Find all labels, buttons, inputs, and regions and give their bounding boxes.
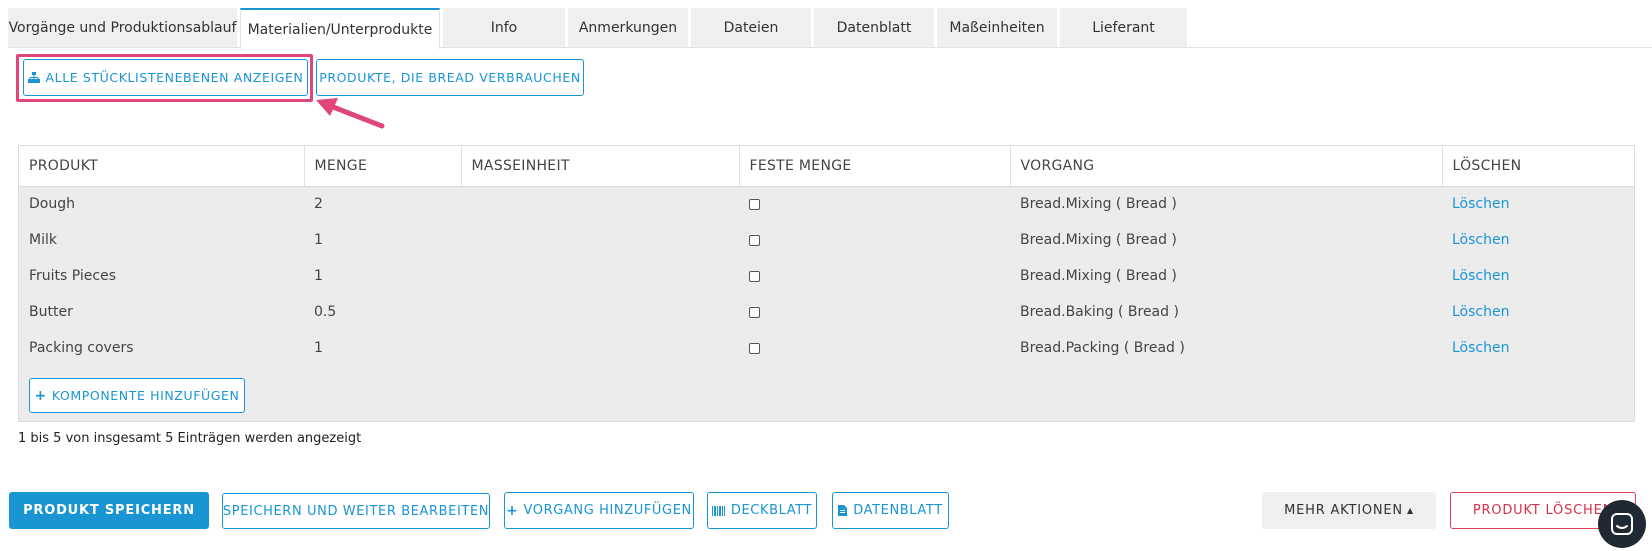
cell-menge[interactable]: 1 <box>304 258 461 294</box>
header-loeschen[interactable]: LÖSCHEN <box>1442 146 1634 187</box>
cell-feste-menge <box>739 222 1010 258</box>
show-bom-levels-label: ALLE STÜCKLISTENEBENEN ANZEIGEN <box>45 70 304 85</box>
cell-feste-menge <box>739 258 1010 294</box>
fixed-quantity-checkbox[interactable] <box>749 234 760 246</box>
fixed-quantity-checkbox[interactable] <box>749 198 760 210</box>
cell-masseinheit[interactable] <box>461 330 739 366</box>
add-component-label: KOMPONENTE HINZUFÜGEN <box>51 388 240 403</box>
file-icon <box>838 505 848 516</box>
delete-link[interactable]: Löschen <box>1442 186 1634 222</box>
add-operation-button[interactable]: + VORGANG HINZUFÜGEN <box>504 492 694 529</box>
cell-feste-menge <box>739 330 1010 366</box>
tab-datasheet[interactable]: Datenblatt <box>814 8 934 47</box>
cell-feste-menge <box>739 186 1010 222</box>
add-operation-label: VORGANG HINZUFÜGEN <box>523 503 692 518</box>
cell-vorgang[interactable]: Bread.Baking ( Bread ) <box>1010 294 1442 330</box>
save-product-label: PRODUKT SPEICHERN <box>23 503 195 518</box>
cell-masseinheit[interactable] <box>461 258 739 294</box>
tab-supplier[interactable]: Lieferant <box>1060 8 1187 47</box>
cell-menge[interactable]: 1 <box>304 330 461 366</box>
header-feste-menge[interactable]: FESTE MENGE <box>739 146 1011 187</box>
header-menge[interactable]: MENGE <box>304 146 462 187</box>
plus-icon: + <box>506 502 519 519</box>
cell-masseinheit[interactable] <box>461 222 739 258</box>
cell-produkt[interactable]: Milk <box>19 222 304 258</box>
products-consuming-button[interactable]: PRODUKTE, DIE BREAD VERBRAUCHEN <box>316 59 584 96</box>
delete-link[interactable]: Löschen <box>1442 330 1634 366</box>
save-product-button[interactable]: PRODUKT SPEICHERN <box>9 492 209 529</box>
cell-masseinheit[interactable] <box>461 186 739 222</box>
fixed-quantity-checkbox[interactable] <box>749 270 760 282</box>
more-actions-button[interactable]: MEHR AKTIONEN ▲ <box>1262 492 1436 529</box>
caret-up-icon: ▲ <box>1406 506 1414 515</box>
cover-sheet-label: DECKBLATT <box>730 503 813 518</box>
cell-vorgang[interactable]: Bread.Packing ( Bread ) <box>1010 330 1442 366</box>
cell-masseinheit[interactable] <box>461 294 739 330</box>
barcode-icon <box>711 505 725 516</box>
cell-produkt[interactable]: Butter <box>19 294 304 330</box>
more-actions-label: MEHR AKTIONEN <box>1284 503 1403 518</box>
chat-launcher-button[interactable] <box>1598 500 1646 548</box>
table-row: Dough 2 Bread.Mixing ( Bread ) Löschen <box>19 186 1634 222</box>
delete-link[interactable]: Löschen <box>1442 222 1634 258</box>
cell-menge[interactable]: 2 <box>304 186 461 222</box>
chat-icon <box>1611 513 1633 535</box>
fixed-quantity-checkbox[interactable] <box>749 342 760 354</box>
components-table: PRODUKT MENGE MASSEINHEIT FESTE MENGE VO… <box>19 146 1634 366</box>
cell-menge[interactable]: 1 <box>304 222 461 258</box>
cover-sheet-button[interactable]: DECKBLATT <box>707 492 817 529</box>
delete-product-label: PRODUKT LÖSCHEN <box>1472 503 1614 518</box>
plus-icon: + <box>34 387 47 404</box>
cell-vorgang[interactable]: Bread.Mixing ( Bread ) <box>1010 222 1442 258</box>
components-table-panel: PRODUKT MENGE MASSEINHEIT FESTE MENGE VO… <box>18 145 1635 422</box>
add-component-button[interactable]: + KOMPONENTE HINZUFÜGEN <box>29 378 245 413</box>
table-row: Packing covers 1 Bread.Packing ( Bread )… <box>19 330 1634 366</box>
cell-menge[interactable]: 0.5 <box>304 294 461 330</box>
save-continue-button[interactable]: SPEICHERN UND WEITER BEARBEITEN <box>222 493 490 529</box>
cell-produkt[interactable]: Fruits Pieces <box>19 258 304 294</box>
delete-link[interactable]: Löschen <box>1442 294 1634 330</box>
sitemap-icon <box>27 72 40 83</box>
delete-link[interactable]: Löschen <box>1442 258 1634 294</box>
table-header-row: PRODUKT MENGE MASSEINHEIT FESTE MENGE VO… <box>19 146 1634 187</box>
tab-bar: Vorgänge und Produktionsablauf Materiali… <box>8 8 1652 49</box>
tab-materials[interactable]: Materialien/Unterprodukte <box>240 8 440 49</box>
data-sheet-label: DATENBLATT <box>853 503 943 518</box>
cell-vorgang[interactable]: Bread.Mixing ( Bread ) <box>1010 186 1442 222</box>
tab-operations[interactable]: Vorgänge und Produktionsablauf <box>8 8 237 47</box>
show-bom-levels-button[interactable]: ALLE STÜCKLISTENEBENEN ANZEIGEN <box>23 59 308 96</box>
table-row: Milk 1 Bread.Mixing ( Bread ) Löschen <box>19 222 1634 258</box>
header-vorgang[interactable]: VORGANG <box>1010 146 1443 187</box>
cell-vorgang[interactable]: Bread.Mixing ( Bread ) <box>1010 258 1442 294</box>
products-consuming-label: PRODUKTE, DIE BREAD VERBRAUCHEN <box>319 70 581 85</box>
tab-units[interactable]: Maßeinheiten <box>937 8 1057 47</box>
cell-feste-menge <box>739 294 1010 330</box>
pointer-arrow-icon <box>316 98 385 129</box>
header-produkt[interactable]: PRODUKT <box>19 146 305 187</box>
tab-files[interactable]: Dateien <box>691 8 811 47</box>
fixed-quantity-checkbox[interactable] <box>749 306 760 318</box>
cell-produkt[interactable]: Dough <box>19 186 304 222</box>
table-row: Fruits Pieces 1 Bread.Mixing ( Bread ) L… <box>19 258 1634 294</box>
tab-info[interactable]: Info <box>443 8 565 47</box>
data-sheet-button[interactable]: DATENBLATT <box>832 492 949 529</box>
tab-notes[interactable]: Anmerkungen <box>568 8 688 47</box>
table-row: Butter 0.5 Bread.Baking ( Bread ) Lösche… <box>19 294 1634 330</box>
save-continue-label: SPEICHERN UND WEITER BEARBEITEN <box>222 503 490 519</box>
header-masseinheit[interactable]: MASSEINHEIT <box>461 146 740 187</box>
pagination-info: 1 bis 5 von insgesamt 5 Einträgen werden… <box>18 431 362 446</box>
cell-produkt[interactable]: Packing covers <box>19 330 304 366</box>
